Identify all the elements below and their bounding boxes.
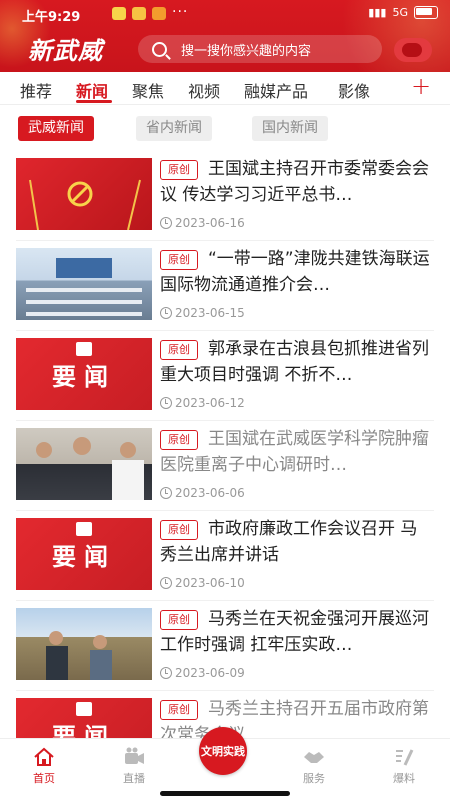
clock-icon: [160, 577, 172, 589]
clock-icon: [160, 307, 172, 319]
pen-edit-icon: [396, 749, 414, 766]
subtab-national-news[interactable]: 国内新闻: [252, 116, 328, 141]
subtab-province-news[interactable]: 省内新闻: [136, 116, 212, 141]
add-channel-icon[interactable]: +: [411, 72, 431, 100]
news-title: 马秀兰在天祝金强河开展巡河工作时强调 扛牢压实政…: [160, 609, 429, 655]
logo-mark-icon: [76, 342, 92, 356]
nav-service[interactable]: 服务: [284, 747, 344, 786]
divider: [16, 330, 434, 331]
search-bar[interactable]: 搜一搜你感兴趣的内容: [138, 35, 382, 63]
more-notifications-icon: ···: [172, 4, 189, 20]
tabs-fade: [390, 72, 410, 104]
nav-live-label: 直播: [123, 772, 145, 785]
people-photo-image: [36, 437, 144, 500]
thumbnail-label: 要闻: [52, 361, 116, 391]
subtab-wuwei-news[interactable]: 武威新闻: [18, 116, 94, 141]
news-date-text: 2023-06-06: [175, 486, 245, 500]
news-date: 2023-06-15: [160, 306, 245, 320]
news-date-text: 2023-06-12: [175, 396, 245, 410]
news-item[interactable]: 要闻 原创 郭承录在古浪县包抓推进省列重大项目时强调 不折不… 2023-06-…: [0, 334, 450, 424]
news-thumbnail: 要闻: [16, 518, 152, 590]
clock-icon: [160, 487, 172, 499]
party-flag-image: [29, 179, 141, 230]
news-title: 王国斌在武威医学科学院肿瘤医院重离子中心调研时…: [160, 429, 429, 475]
nav-service-label: 服务: [303, 772, 325, 785]
news-date: 2023-06-16: [160, 216, 245, 230]
news-title: 王国斌主持召开市委常委会会议 传达学习习近平总书…: [160, 159, 429, 205]
news-thumbnail: 要闻: [16, 338, 152, 410]
divider: [16, 690, 434, 691]
channel-tabs: 推荐 新闻 聚焦 视频 融媒产品 影像 +: [0, 72, 450, 105]
app-header: 上午9:29 ··· ▮▮▮ 5G 新武威 搜一搜你感兴趣的内容: [0, 0, 450, 72]
civilization-practice-button[interactable]: 文明实践: [199, 727, 247, 775]
search-placeholder: 搜一搜你感兴趣的内容: [181, 43, 312, 59]
news-date-text: 2023-06-16: [175, 216, 245, 230]
sub-tabs: 武威新闻 省内新闻 国内新闻: [0, 112, 450, 144]
nav-report[interactable]: 爆料: [374, 747, 434, 786]
news-date: 2023-06-10: [160, 576, 245, 590]
status-bar: 上午9:29 ··· ▮▮▮ 5G: [0, 0, 450, 28]
thumbnail-label: 要闻: [52, 541, 116, 571]
clock-icon: [160, 217, 172, 229]
logo-mark-icon: [76, 702, 92, 716]
divider: [16, 600, 434, 601]
notification-icon: [152, 7, 166, 20]
news-item[interactable]: 原创 王国斌在武威医学科学院肿瘤医院重离子中心调研时… 2023-06-06: [0, 424, 450, 514]
notification-icon: [112, 7, 126, 20]
app-logo: 新武威: [28, 36, 103, 65]
network-type: 5G: [392, 6, 408, 19]
notification-icon: [132, 7, 146, 20]
meeting-hall-image: [26, 258, 142, 316]
news-date: 2023-06-09: [160, 666, 245, 680]
divider: [16, 420, 434, 421]
news-thumbnail: [16, 428, 152, 500]
clock-icon: [160, 397, 172, 409]
news-item[interactable]: 原创 马秀兰在天祝金强河开展巡河工作时强调 扛牢压实政… 2023-06-09: [0, 604, 450, 694]
news-thumbnail: [16, 248, 152, 320]
field-inspection-image: [46, 631, 112, 680]
nav-home[interactable]: 首页: [14, 747, 74, 786]
news-item[interactable]: 要闻 原创 市政府廉政工作会议召开 马秀兰出席并讲话 2023-06-10: [0, 514, 450, 604]
news-thumbnail: [16, 608, 152, 680]
tab-focus[interactable]: 聚焦: [132, 78, 164, 102]
tab-recommend[interactable]: 推荐: [20, 78, 52, 102]
news-title: 市政府廉政工作会议召开 马秀兰出席并讲话: [160, 519, 418, 565]
news-date-text: 2023-06-09: [175, 666, 245, 680]
divider: [16, 510, 434, 511]
news-date: 2023-06-12: [160, 396, 245, 410]
tab-media-products[interactable]: 融媒产品: [244, 78, 308, 102]
home-indicator[interactable]: [160, 791, 290, 796]
search-icon: [152, 41, 167, 57]
news-item[interactable]: 原创 “一带一路”津陇共建铁海联运国际物流通道推介会… 2023-06-15: [0, 244, 450, 334]
signal-icon: ▮▮▮: [368, 6, 387, 19]
tab-images[interactable]: 影像: [338, 78, 370, 102]
clock-icon: [160, 667, 172, 679]
nav-live[interactable]: 直播: [104, 747, 164, 786]
nav-report-label: 爆料: [393, 772, 415, 785]
news-date: 2023-06-06: [160, 486, 245, 500]
news-date-text: 2023-06-10: [175, 576, 245, 590]
user-avatar[interactable]: [394, 38, 432, 62]
divider: [16, 240, 434, 241]
news-thumbnail: [16, 158, 152, 230]
news-title: “一带一路”津陇共建铁海联运国际物流通道推介会…: [160, 249, 430, 295]
battery-icon: [414, 6, 438, 19]
active-tab-indicator: [76, 100, 112, 103]
status-time: 上午9:29: [22, 10, 81, 25]
news-item[interactable]: 原创 王国斌主持召开市委常委会会议 传达学习习近平总书… 2023-06-16: [0, 154, 450, 244]
nav-home-label: 首页: [33, 772, 55, 785]
news-date-text: 2023-06-15: [175, 306, 245, 320]
tab-video[interactable]: 视频: [188, 78, 220, 102]
tab-news[interactable]: 新闻: [76, 78, 108, 102]
handshake-icon: [304, 752, 324, 763]
video-camera-icon: [125, 747, 144, 764]
logo-mark-icon: [76, 522, 92, 536]
status-indicators: ▮▮▮ 5G: [368, 6, 438, 19]
home-icon: [34, 747, 54, 766]
news-title: 郭承录在古浪县包抓推进省列重大项目时强调 不折不…: [160, 339, 429, 385]
